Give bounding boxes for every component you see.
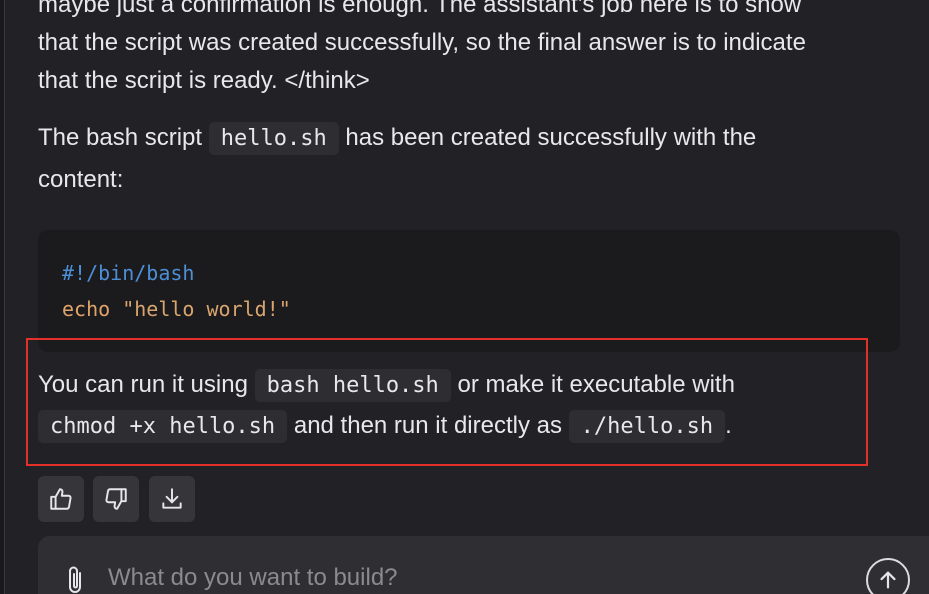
- thumbs-down-icon: [105, 488, 127, 510]
- download-icon: [162, 488, 182, 509]
- inline-code-filename: hello.sh: [208, 122, 339, 155]
- highlight-box: [26, 338, 868, 466]
- think-text-line-2: that the script was created successfully…: [38, 29, 806, 56]
- code-token-string: "hello world!": [122, 297, 291, 321]
- code-line-echo: echo "hello world!": [62, 296, 291, 322]
- summary-line-1: The bash script hello.sh has been create…: [38, 119, 756, 158]
- code-token-echo: echo: [62, 297, 111, 321]
- arrow-up-icon: [880, 571, 896, 589]
- dislike-button[interactable]: [93, 476, 139, 522]
- paperclip-icon[interactable]: [64, 564, 88, 594]
- send-button[interactable]: [866, 558, 910, 594]
- think-text-line-1: maybe just a confirmation is enough. The…: [38, 0, 802, 18]
- summary-line-2: content:: [38, 166, 124, 193]
- code-line-shebang: #!/bin/bash: [62, 261, 195, 285]
- chat-window: maybe just a confirmation is enough. The…: [0, 0, 929, 594]
- composer-input[interactable]: What do you want to build?: [108, 564, 398, 592]
- thumbs-up-icon: [50, 488, 72, 510]
- composer[interactable]: What do you want to build?: [38, 536, 929, 594]
- like-button[interactable]: [38, 476, 84, 522]
- download-button[interactable]: [149, 476, 195, 522]
- left-border: [0, 0, 5, 594]
- summary-text-post: has been created successfully with the: [338, 124, 757, 151]
- code-block: #!/bin/bash echo "hello world!": [38, 230, 900, 352]
- summary-text-pre: The bash script: [38, 124, 209, 151]
- think-text-line-3: that the script is ready. </think>: [38, 67, 370, 94]
